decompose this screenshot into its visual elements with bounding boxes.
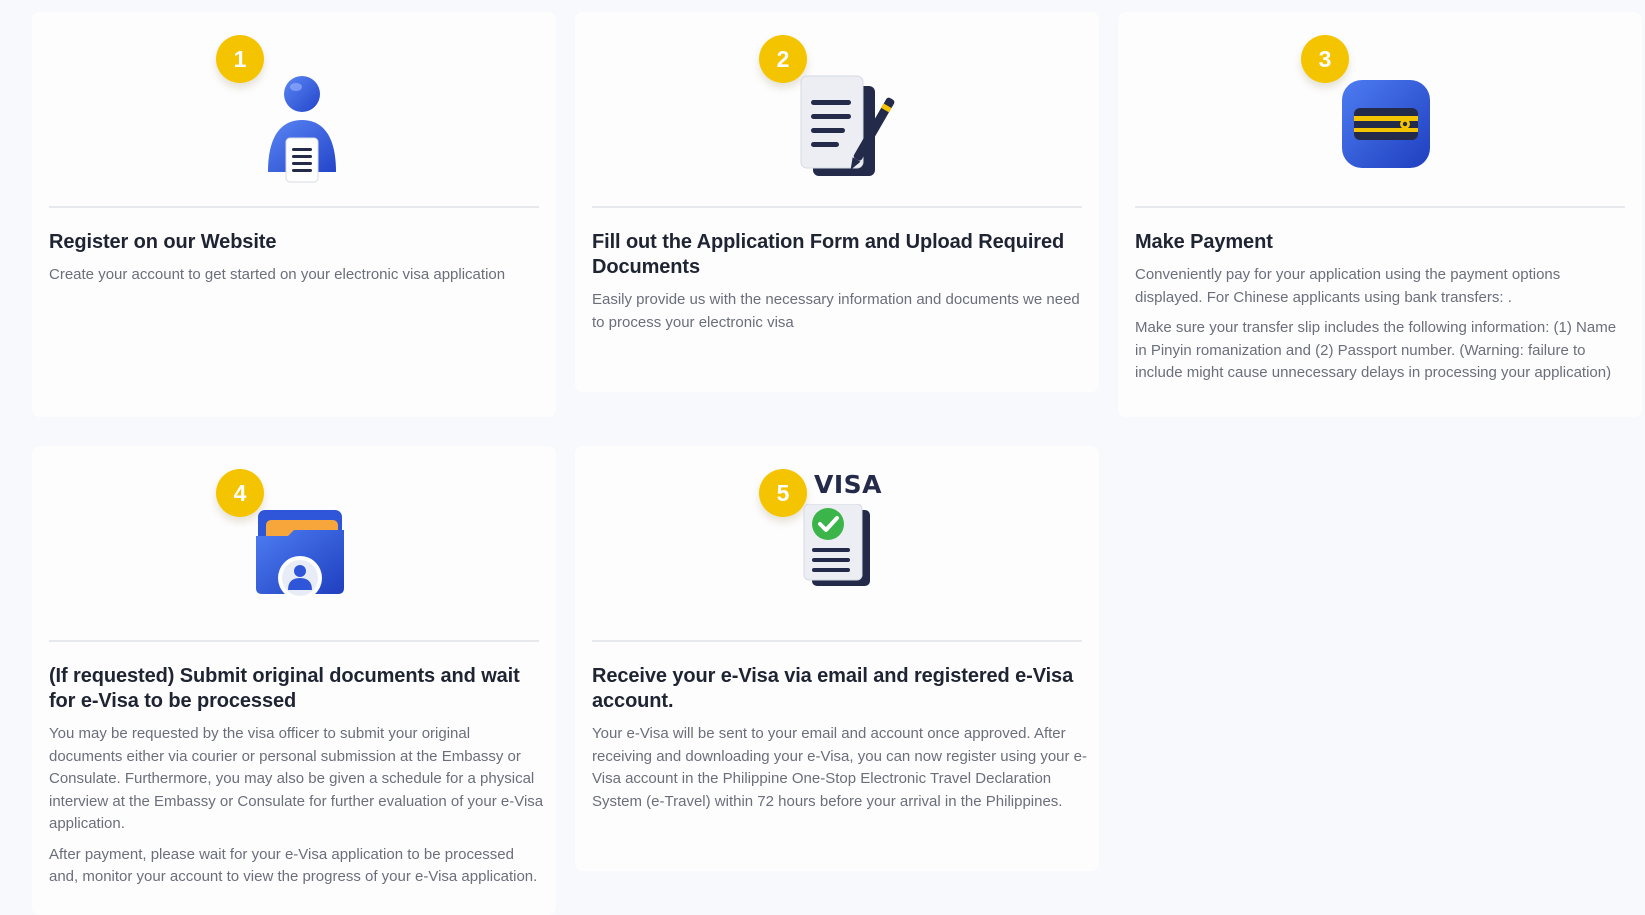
step-description: Conveniently pay for your application us…: [1135, 266, 1561, 306]
step-description: Your e-Visa will be sent to your email a…: [592, 725, 1088, 810]
step-description: Create your account to get started on yo…: [49, 266, 506, 283]
step-number-badge: 3: [1301, 35, 1349, 83]
step-title: (If requested) Submit original documents…: [49, 665, 520, 712]
wallet-card-icon: [1342, 80, 1430, 168]
divider: [592, 206, 1082, 208]
step-title: Receive your e-Visa via email and regist…: [592, 665, 1074, 712]
step-title: Fill out the Application Form and Upload…: [592, 231, 1065, 278]
step-card-4: 4 (If requested) Submit original documen…: [32, 446, 556, 915]
step-description: After payment, please wait for your e-Vi…: [49, 845, 538, 886]
step-card-3: 3 Make Payment Conveniently pay for your…: [1118, 12, 1642, 417]
divider: [592, 640, 1082, 642]
folder-user-icon: [256, 510, 344, 600]
step-description: Make sure your transfer slip includes th…: [1135, 319, 1617, 381]
visa-label: VISA: [814, 470, 883, 499]
visa-approved-document-icon: [803, 504, 870, 586]
form-pen-icon: [800, 75, 895, 176]
step-description: You may be requested by the visa officer…: [49, 725, 544, 832]
step-title: Register on our Website: [49, 231, 277, 253]
step-description: Easily provide us with the necessary inf…: [592, 291, 1080, 331]
divider: [49, 206, 539, 208]
step-card-1: 1 Register on our Website Create your ac…: [32, 12, 556, 417]
step-title: Make Payment: [1135, 231, 1273, 253]
step-card-5: 5 VISA Receive your e-Visa via email and…: [575, 446, 1099, 871]
divider: [49, 640, 539, 642]
step-card-2: 2 Fill out the Application Form and Uplo…: [575, 12, 1099, 392]
step-number-badge: 1: [216, 35, 264, 83]
user-document-icon: [268, 76, 336, 183]
divider: [1135, 206, 1625, 208]
